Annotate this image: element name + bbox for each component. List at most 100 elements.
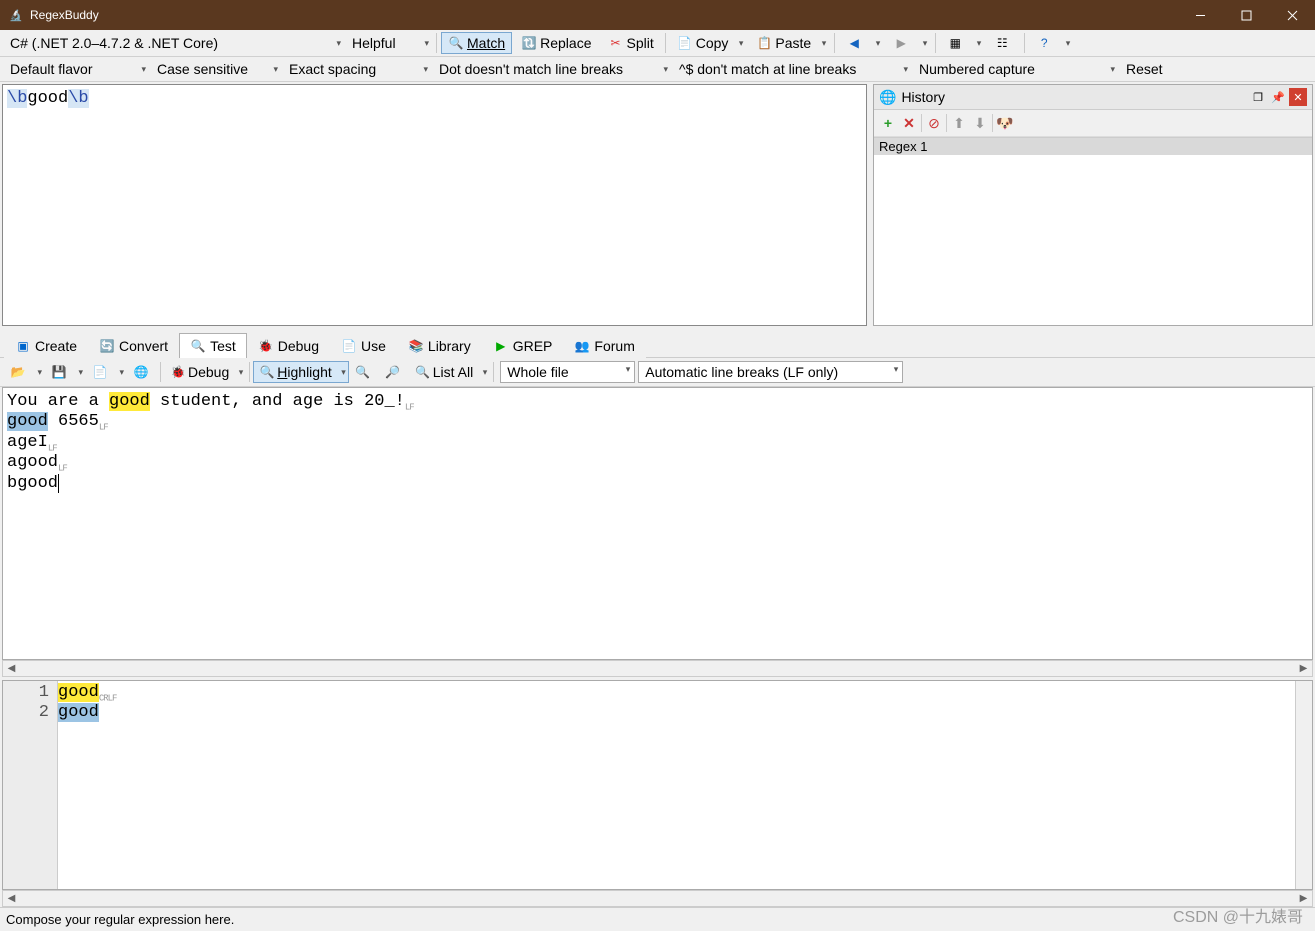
test-text-input[interactable]: You are a good student, and age is 20_!L… [2, 387, 1313, 660]
vertical-scrollbar[interactable] [1295, 681, 1312, 889]
history-item[interactable]: Regex 1 [874, 138, 1312, 155]
tab-debug[interactable]: 🐞Debug [247, 333, 330, 358]
window-buttons [1177, 0, 1315, 30]
list-all-button[interactable]: 🔍List All [409, 361, 490, 383]
reset-button[interactable]: Reset [1120, 59, 1169, 79]
history-list[interactable]: Regex 1 [874, 137, 1312, 325]
separator [834, 33, 835, 53]
options-button[interactable]: ☷ [987, 32, 1020, 54]
spacing-dropdown[interactable]: Exact spacing [283, 59, 431, 79]
web-button[interactable]: 🌐 [127, 361, 157, 383]
debug-icon: 🐞 [258, 338, 274, 354]
scroll-left-icon[interactable]: ◀ [3, 893, 20, 904]
zoom-in-button[interactable]: 🔍 [349, 361, 379, 383]
open-button[interactable]: 📂 [4, 361, 45, 383]
default-flavor-dropdown[interactable]: Default flavor [4, 59, 149, 79]
close-panel-icon[interactable]: ✕ [1289, 88, 1307, 106]
save-button[interactable]: 💾 [45, 361, 86, 383]
bookmark-icon[interactable]: 🐶 [996, 114, 1014, 132]
toolbar-main: C# (.NET 2.0–4.7.2 & .NET Core) Helpful … [0, 30, 1315, 57]
copy-button[interactable]: 📄 Copy [670, 32, 748, 54]
grid-button[interactable]: ▦ [940, 32, 985, 54]
upper-row: \bgood\b 🌐 History ❐ 📌 ✕ + ✕ ⊘ ⬆ ⬇ 🐶 [0, 82, 1315, 332]
result-row[interactable]: good [58, 703, 1295, 723]
up-icon[interactable]: ⬆ [950, 114, 968, 132]
forward-button[interactable]: ▶ [886, 32, 931, 54]
maximize-button[interactable] [1223, 0, 1269, 30]
library-icon: 📚 [408, 338, 424, 354]
history-tools: + ✕ ⊘ ⬆ ⬇ 🐶 [874, 110, 1312, 137]
separator [436, 33, 437, 53]
linebreaks-dropdown[interactable]: Automatic line breaks (LF only) [638, 361, 903, 383]
regex-input[interactable]: \bgood\b [2, 84, 867, 326]
separator [493, 362, 494, 382]
highlight-button[interactable]: 🔍Highlight [253, 361, 349, 383]
scroll-right-icon[interactable]: ▶ [1295, 663, 1312, 674]
tab-create[interactable]: ▣Create [4, 333, 88, 358]
restore-icon[interactable]: ❐ [1249, 88, 1267, 106]
text-line: ageILF [7, 433, 1308, 453]
forward-icon: ▶ [893, 35, 909, 51]
replace-button[interactable]: 🔃 Replace [514, 32, 598, 54]
tab-forum[interactable]: 👥Forum [563, 333, 645, 358]
copy-icon: 📄 [677, 35, 693, 51]
zoom-out-button[interactable]: 🔎 [379, 361, 409, 383]
minimize-button[interactable] [1177, 0, 1223, 30]
capture-dropdown[interactable]: Numbered capture [913, 59, 1118, 79]
main-area: \bgood\b 🌐 History ❐ 📌 ✕ + ✕ ⊘ ⬆ ⬇ 🐶 [0, 82, 1315, 907]
window-title: RegexBuddy [30, 8, 1177, 22]
history-header: 🌐 History ❐ 📌 ✕ [874, 85, 1312, 110]
match-button[interactable]: 🔍 Match [441, 32, 512, 54]
forum-icon: 👥 [574, 338, 590, 354]
case-dropdown[interactable]: Case sensitive [151, 59, 281, 79]
scope-dropdown[interactable]: Whole file [500, 361, 635, 383]
anchors-dropdown[interactable]: ^$ don't match at line breaks [673, 59, 911, 79]
results-panel: 1 2 goodCRLF good [2, 680, 1313, 890]
options-icon: ☷ [994, 35, 1010, 51]
split-button[interactable]: ✂ Split [601, 32, 661, 54]
add-icon[interactable]: + [879, 114, 897, 132]
pin-icon[interactable]: 📌 [1269, 88, 1287, 106]
zoom-in-icon: 🔍 [355, 364, 371, 380]
back-button[interactable]: ◀ [839, 32, 884, 54]
tab-use[interactable]: 📄Use [330, 333, 397, 358]
close-button[interactable] [1269, 0, 1315, 30]
web-icon: 🌐 [133, 364, 149, 380]
dot-dropdown[interactable]: Dot doesn't match line breaks [433, 59, 671, 79]
globe-icon: 🌐 [879, 89, 896, 106]
back-icon: ◀ [846, 35, 862, 51]
clear-icon[interactable]: ⊘ [925, 114, 943, 132]
flavor-dropdown[interactable]: C# (.NET 2.0–4.7.2 & .NET Core) [4, 33, 344, 53]
separator [1024, 33, 1025, 53]
test-area: You are a good student, and age is 20_!L… [0, 387, 1315, 907]
open-icon: 📂 [10, 364, 26, 380]
horizontal-scrollbar[interactable]: ◀ ▶ [2, 660, 1313, 677]
status-text: Compose your regular expression here. [6, 912, 234, 927]
new-icon: 📄 [92, 364, 108, 380]
delete-icon[interactable]: ✕ [900, 114, 918, 132]
horizontal-scrollbar[interactable]: ◀ ▶ [2, 890, 1313, 907]
tab-library[interactable]: 📚Library [397, 333, 482, 358]
tab-test[interactable]: 🔍Test [179, 333, 247, 358]
grid-icon: ▦ [947, 35, 963, 51]
scroll-left-icon[interactable]: ◀ [3, 663, 20, 674]
helpful-dropdown[interactable]: Helpful [346, 33, 432, 53]
scroll-right-icon[interactable]: ▶ [1295, 893, 1312, 904]
text-line: agoodLF [7, 453, 1308, 473]
debug-button[interactable]: 🐞Debug [164, 361, 246, 383]
tab-grep[interactable]: ▶GREP [482, 333, 564, 358]
zoom-out-icon: 🔎 [385, 364, 401, 380]
convert-icon: 🔄 [99, 338, 115, 354]
new-button[interactable]: 📄 [86, 361, 127, 383]
status-bar: Compose your regular expression here. [0, 907, 1315, 931]
debug-icon: 🐞 [170, 364, 186, 380]
text-line: You are a good student, and age is 20_!L… [7, 392, 1308, 412]
split-icon: ✂ [608, 35, 624, 51]
history-panel: 🌐 History ❐ 📌 ✕ + ✕ ⊘ ⬆ ⬇ 🐶 Regex 1 [873, 84, 1313, 326]
paste-button[interactable]: 📋 Paste [749, 32, 830, 54]
tab-convert[interactable]: 🔄Convert [88, 333, 179, 358]
help-button[interactable]: ? [1029, 32, 1074, 54]
down-icon[interactable]: ⬇ [971, 114, 989, 132]
results-body[interactable]: goodCRLF good [58, 681, 1295, 889]
result-row[interactable]: goodCRLF [58, 683, 1295, 703]
